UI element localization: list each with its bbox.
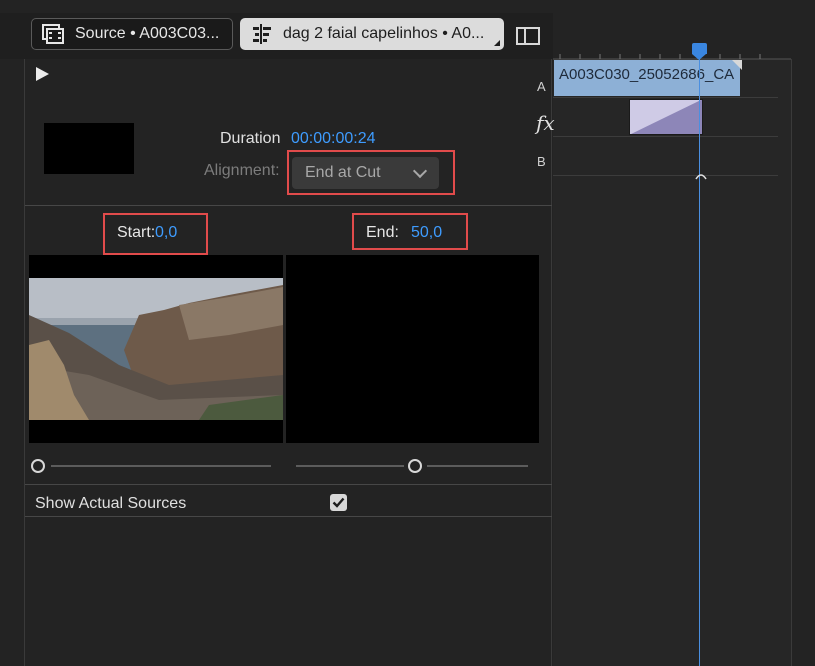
play-icon[interactable] [36, 67, 49, 81]
playhead-line[interactable] [699, 52, 700, 666]
sequence-icon [253, 24, 271, 44]
show-actual-sources-checkbox[interactable] [330, 494, 347, 511]
duration-label: Duration [220, 130, 281, 147]
track-separator [553, 175, 778, 176]
transition-thumbnail [44, 123, 134, 174]
track-a-label: A [537, 79, 546, 94]
cut-marker-icon [695, 174, 707, 180]
start-slider-handle[interactable] [31, 459, 45, 473]
start-highlight [103, 213, 208, 255]
end-slider-track-right[interactable] [427, 465, 528, 467]
timeline-edge [791, 59, 792, 666]
track-b-label: B [537, 154, 546, 169]
alignment-label: Alignment: [204, 162, 280, 179]
duration-value[interactable]: 00:00:00:24 [291, 130, 376, 148]
tab-source[interactable]: Source • A003C03... [31, 18, 233, 50]
divider [25, 516, 552, 517]
alignment-highlight [287, 150, 455, 195]
end-slider-track-left[interactable] [296, 465, 404, 467]
transition-block[interactable] [629, 99, 703, 135]
panel-toggle-icon[interactable] [516, 27, 540, 45]
timeline-area[interactable] [553, 59, 791, 666]
divider [25, 484, 552, 485]
tab-bar: Source • A003C03... dag 2 faial capelinh… [0, 13, 553, 59]
clip-a[interactable]: A003C030_25052686_CA [554, 60, 740, 96]
end-highlight [352, 213, 468, 250]
landscape-preview-image [29, 278, 283, 420]
clip-a-name: A003C030_25052686_CA [559, 66, 735, 83]
end-preview [286, 255, 539, 443]
divider [25, 205, 552, 206]
start-preview [29, 255, 283, 443]
track-separator [553, 136, 778, 137]
timeline-ruler[interactable] [553, 40, 791, 60]
show-actual-sources-label: Show Actual Sources [35, 495, 187, 512]
tab-sequence-label: dag 2 faial capelinhos • A0... [283, 25, 485, 42]
checkmark-icon [332, 497, 345, 508]
tab-resize-corner [494, 40, 500, 46]
clip-a-end-marker [732, 60, 742, 70]
clip-icon [42, 24, 64, 44]
playhead-tip [692, 54, 706, 60]
playhead-handle[interactable] [692, 43, 707, 54]
tab-source-label: Source • A003C03... [75, 25, 220, 42]
end-slider-handle[interactable] [408, 459, 422, 473]
tab-sequence[interactable]: dag 2 faial capelinhos • A0... [240, 18, 504, 50]
track-fx-label: fx [536, 111, 555, 135]
start-slider-track[interactable] [51, 465, 271, 467]
track-separator [553, 97, 778, 98]
